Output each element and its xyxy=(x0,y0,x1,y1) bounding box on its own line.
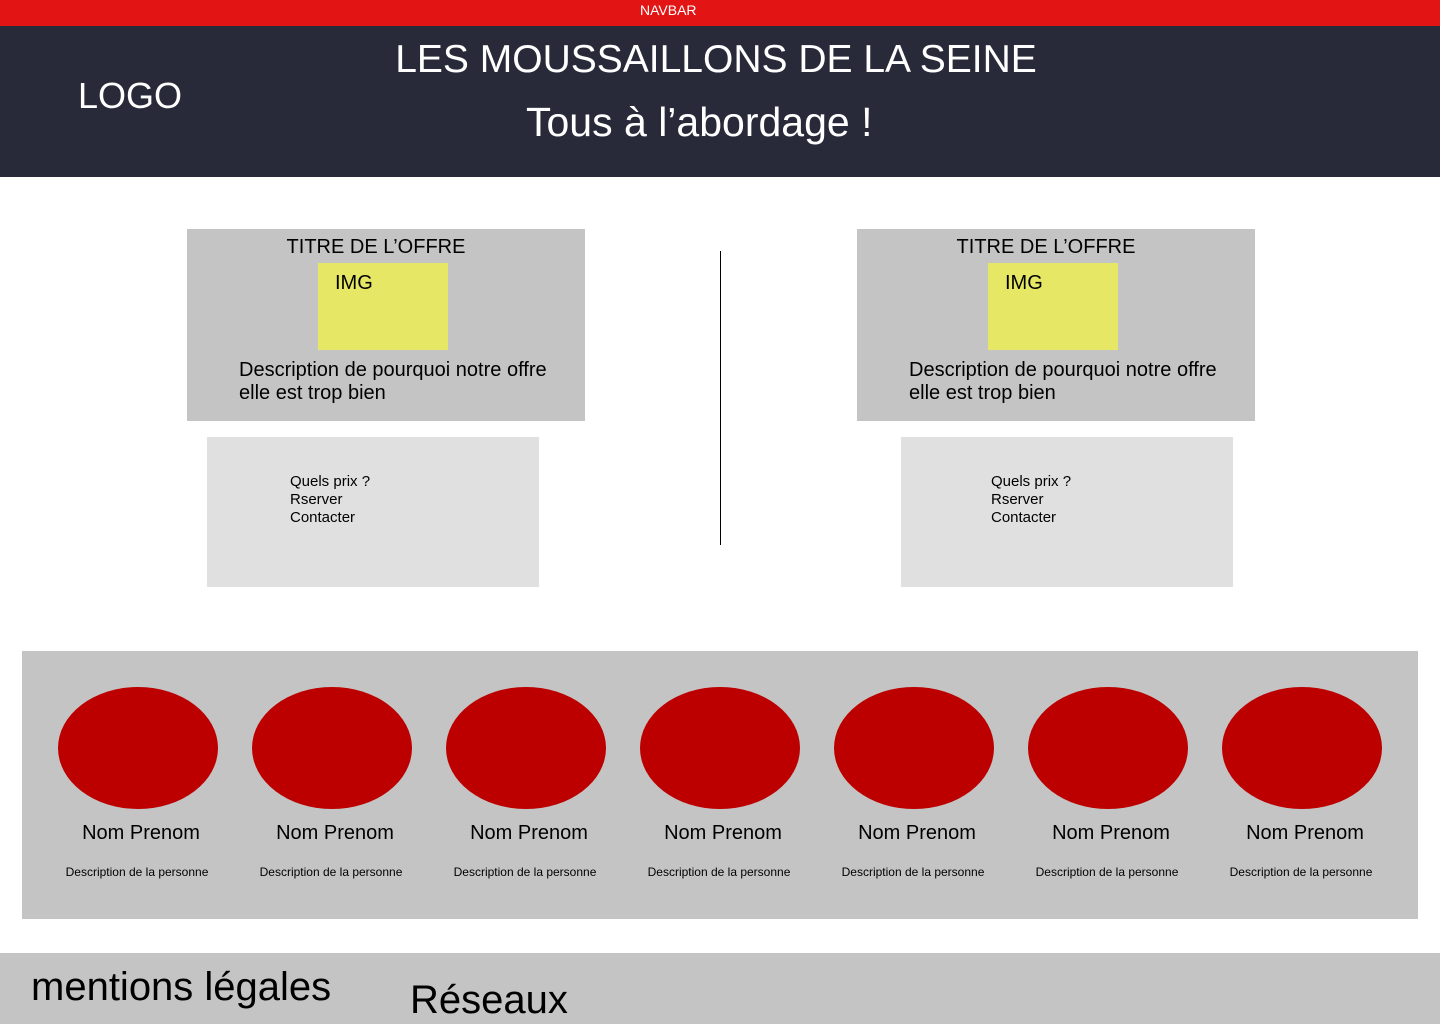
offer-action-prices-link[interactable]: Quels prix ? xyxy=(290,473,370,491)
legal-notice-link[interactable]: mentions légales xyxy=(31,965,331,1010)
team-member: Nom Prenom Description de la personne xyxy=(238,687,432,887)
member-name: Nom Prenom xyxy=(1052,822,1170,844)
navbar-label: NAVBAR xyxy=(640,2,697,18)
offer-action-contact-link[interactable]: Contacter xyxy=(290,509,370,527)
member-name: Nom Prenom xyxy=(858,822,976,844)
navbar[interactable]: NAVBAR xyxy=(0,0,1440,26)
offer-image-placeholder: IMG xyxy=(318,263,448,350)
offer-image-label: IMG xyxy=(335,272,373,294)
team-member: Nom Prenom Description de la personne xyxy=(1014,687,1208,887)
offer-action-prices-link[interactable]: Quels prix ? xyxy=(991,473,1071,491)
team-member: Nom Prenom Description de la personne xyxy=(626,687,820,887)
member-description: Description de la personne xyxy=(65,865,209,879)
avatar xyxy=(252,687,412,809)
offer-actions-1: Quels prix ? Rserver Contacter xyxy=(207,437,539,587)
offer-title: TITRE DE L’OFFRE xyxy=(286,236,466,258)
member-description: Description de la personne xyxy=(1035,865,1179,879)
member-name: Nom Prenom xyxy=(470,822,588,844)
social-networks-link[interactable]: Réseaux xyxy=(410,978,568,1023)
offer-card-1: TITRE DE L’OFFRE IMG Description de pour… xyxy=(187,229,585,421)
member-description: Description de la personne xyxy=(841,865,985,879)
member-name: Nom Prenom xyxy=(82,822,200,844)
member-description: Description de la personne xyxy=(1229,865,1373,879)
offer-title: TITRE DE L’OFFRE xyxy=(956,236,1136,258)
offer-image-label: IMG xyxy=(1005,272,1043,294)
site-footer: mentions légales Réseaux xyxy=(0,953,1440,1024)
team-member: Nom Prenom Description de la personne xyxy=(44,687,238,887)
offer-action-reserve-link[interactable]: Rserver xyxy=(991,491,1071,509)
avatar xyxy=(58,687,218,809)
offer-image-placeholder: IMG xyxy=(988,263,1118,350)
team-member: Nom Prenom Description de la personne xyxy=(820,687,1014,887)
avatar xyxy=(1222,687,1382,809)
avatar xyxy=(1028,687,1188,809)
team-member: Nom Prenom Description de la personne xyxy=(432,687,626,887)
offer-actions-2: Quels prix ? Rserver Contacter xyxy=(901,437,1233,587)
avatar xyxy=(446,687,606,809)
offer-description: Description de pourquoi notre offre elle… xyxy=(239,359,547,404)
member-description: Description de la personne xyxy=(453,865,597,879)
offer-card-2: TITRE DE L’OFFRE IMG Description de pour… xyxy=(857,229,1255,421)
offer-action-reserve-link[interactable]: Rserver xyxy=(290,491,370,509)
offer-action-contact-link[interactable]: Contacter xyxy=(991,509,1071,527)
member-name: Nom Prenom xyxy=(664,822,782,844)
team-member: Nom Prenom Description de la personne xyxy=(1208,687,1402,887)
site-title: LES MOUSSAILLONS DE LA SEINE xyxy=(395,38,1037,81)
avatar xyxy=(640,687,800,809)
site-header: LOGO LES MOUSSAILLONS DE LA SEINE Tous à… xyxy=(0,26,1440,177)
avatar xyxy=(834,687,994,809)
site-subtitle: Tous à l’abordage ! xyxy=(526,99,873,145)
member-name: Nom Prenom xyxy=(1246,822,1364,844)
offer-description: Description de pourquoi notre offre elle… xyxy=(909,359,1217,404)
member-name: Nom Prenom xyxy=(276,822,394,844)
member-description: Description de la personne xyxy=(647,865,791,879)
team-section: Nom Prenom Description de la personne No… xyxy=(22,651,1418,919)
member-description: Description de la personne xyxy=(259,865,403,879)
offers-divider xyxy=(720,251,721,545)
